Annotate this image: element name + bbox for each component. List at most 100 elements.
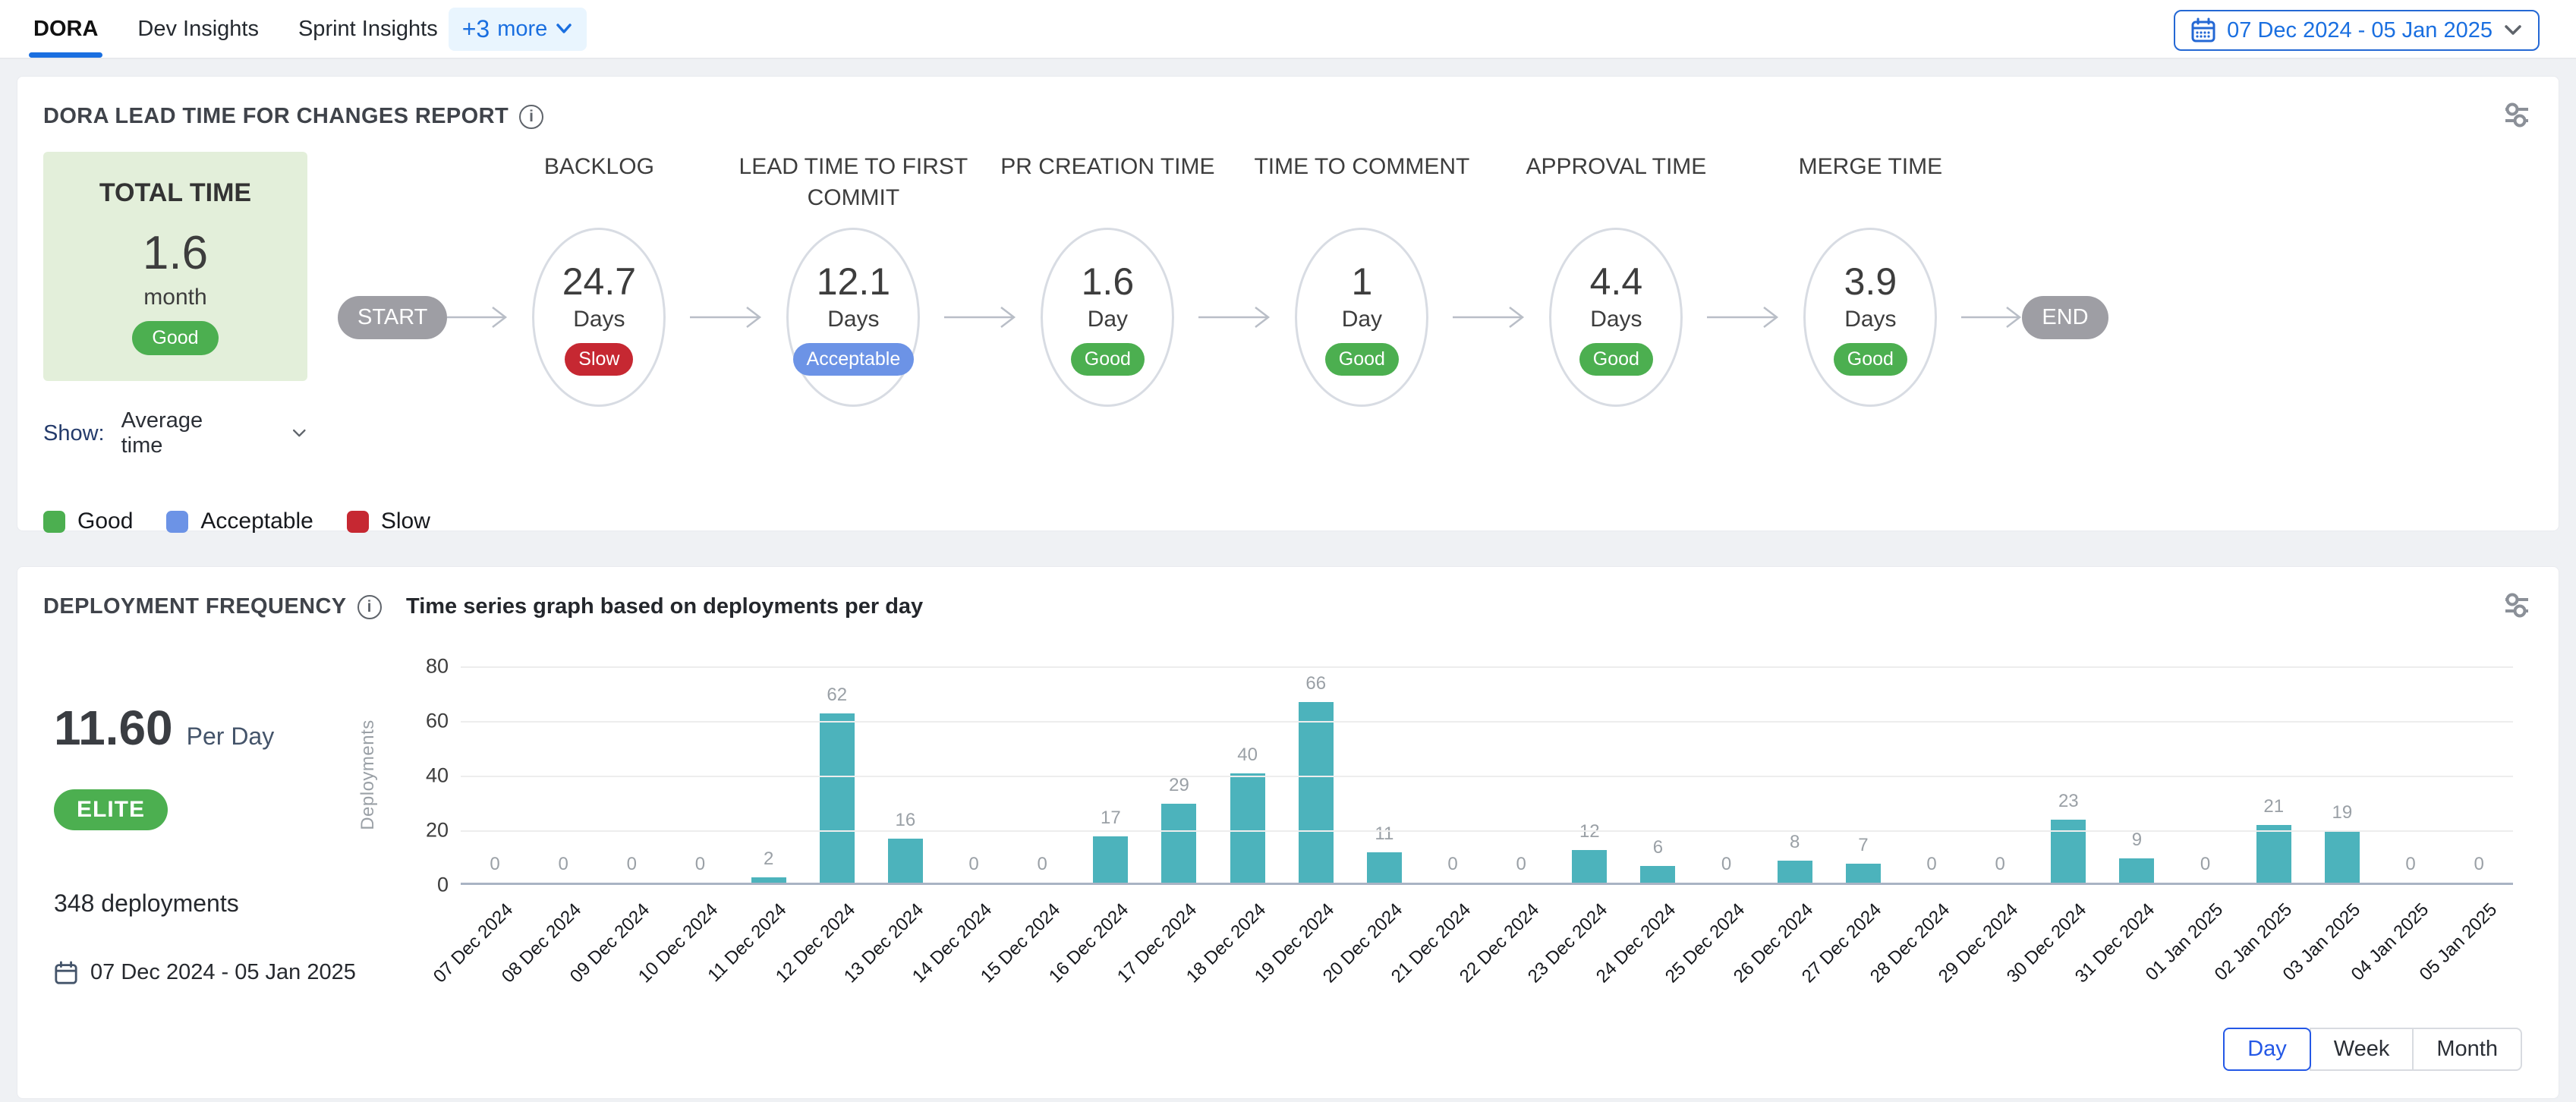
bar-value-label: 0: [1926, 854, 1936, 875]
granularity-day-button[interactable]: Day: [2223, 1028, 2311, 1071]
bar-value-label: 0: [1721, 854, 1731, 875]
bar-column: 0 29 Dec 2024: [1966, 666, 2034, 883]
deployment-bar: [1367, 852, 1402, 883]
deployment-bar: [1778, 861, 1812, 883]
chart-subtitle: Time series graph based on deployments p…: [406, 594, 923, 619]
total-deployments: 348 deployments: [54, 889, 377, 918]
total-time-label: TOTAL TIME: [99, 178, 251, 208]
calendar-icon: [2190, 17, 2216, 43]
deployment-bar: [1640, 866, 1675, 883]
stage-unit: Days: [1844, 307, 1896, 332]
date-range-picker[interactable]: 07 Dec 2024 - 05 Jan 2025: [2174, 10, 2540, 51]
stage-unit: Days: [1590, 307, 1642, 332]
bar-column: 16 13 Dec 2024: [871, 666, 940, 883]
bar-column: 6 24 Dec 2024: [1623, 666, 1692, 883]
total-time-status-badge: Good: [132, 321, 218, 355]
info-icon[interactable]: i: [519, 105, 543, 129]
bar-value-label: 23: [2058, 791, 2079, 812]
more-tabs-count: +3: [462, 15, 490, 43]
stage-status-badge: Good: [1579, 343, 1653, 376]
bar-column: 62 12 Dec 2024: [803, 666, 871, 883]
granularity-week-button[interactable]: Week: [2310, 1028, 2414, 1071]
calendar-icon: [54, 961, 78, 985]
report-tabs: DORA Dev Insights Sprint Insights: [33, 0, 438, 58]
total-time-value: 1.6: [143, 226, 208, 280]
stage-title: TIME TO COMMENT: [1229, 152, 1494, 183]
bar-column: 17 16 Dec 2024: [1076, 666, 1145, 883]
bar-column: 0 22 Dec 2024: [1487, 666, 1555, 883]
stage-status-badge: Acceptable: [793, 343, 915, 376]
chart-plot-area: Deployments 0 07 Dec 2024 0 08 Dec 2024 …: [461, 666, 2513, 885]
deployment-bar: [1093, 836, 1128, 883]
bar-column: 0 01 Jan 2025: [2171, 666, 2240, 883]
more-tabs-chip[interactable]: +3 more: [449, 8, 587, 51]
deployment-bar: [751, 877, 786, 883]
info-icon[interactable]: i: [357, 595, 382, 619]
flow-stage: LEAD TIME TO FIRST COMMIT 12.1 Days Acce…: [762, 152, 944, 407]
bar-column: 0 21 Dec 2024: [1419, 666, 1487, 883]
filter-sliders-icon[interactable]: [2499, 590, 2533, 624]
deployment-card-title: DEPLOYMENT FREQUENCY: [43, 594, 347, 619]
bar-column: 8 26 Dec 2024: [1761, 666, 1829, 883]
bar-column: 11 20 Dec 2024: [1350, 666, 1419, 883]
bar-column: 7 27 Dec 2024: [1829, 666, 1897, 883]
y-axis-tick: 80: [395, 655, 449, 679]
bar-value-label: 0: [2405, 854, 2415, 875]
deployment-bar: [2051, 820, 2086, 883]
bar-value-label: 12: [1579, 821, 1600, 842]
stage-value: 3.9: [1844, 260, 1897, 304]
flow-end-pill: END: [2022, 296, 2108, 339]
more-tabs-label: more: [497, 17, 547, 42]
y-axis-label: Deployments: [357, 719, 379, 830]
bar-column: 0 09 Dec 2024: [597, 666, 666, 883]
stage-circle: 3.9 Days Good: [1803, 228, 1937, 407]
chevron-down-icon: [291, 427, 307, 439]
y-axis-tick: 40: [395, 764, 449, 788]
bar-column: 23 30 Dec 2024: [2034, 666, 2102, 883]
stage-circle: 12.1 Days Acceptable: [786, 228, 920, 407]
show-metric-dropdown[interactable]: Show: Average time: [43, 408, 307, 458]
flow-stage: PR CREATION TIME 1.6 Day Good: [1016, 152, 1198, 407]
stage-title: LEAD TIME TO FIRST COMMIT: [720, 152, 986, 213]
y-axis-tick: 20: [395, 819, 449, 842]
filter-sliders-icon[interactable]: [2499, 99, 2533, 134]
bar-value-label: 0: [2200, 854, 2210, 875]
bar-column: 0 05 Jan 2025: [2445, 666, 2513, 883]
bar-column: 29 17 Dec 2024: [1145, 666, 1213, 883]
total-time-card: TOTAL TIME 1.6 month Good: [43, 152, 307, 381]
deployments-bar-chart: Deployments 0 07 Dec 2024 0 08 Dec 2024 …: [377, 647, 2533, 985]
legend-item: Acceptable: [166, 508, 313, 534]
date-range-label: 07 Dec 2024 - 05 Jan 2025: [2227, 18, 2493, 43]
bar-column: 19 03 Jan 2025: [2308, 666, 2376, 883]
flow-stage: APPROVAL TIME 4.4 Days Good: [1525, 152, 1707, 407]
stage-circle: 24.7 Days Slow: [532, 228, 666, 407]
deployment-bar: [820, 713, 855, 883]
deployment-bar: [2325, 831, 2360, 883]
stage-title: BACKLOG: [466, 152, 732, 183]
stage-unit: Day: [1088, 307, 1128, 332]
bar-value-label: 21: [2263, 796, 2284, 817]
bar-value-label: 11: [1375, 823, 1393, 845]
tab-dev-insights[interactable]: Dev Insights: [137, 0, 259, 58]
show-label: Show:: [43, 421, 105, 446]
bar-column: 0 25 Dec 2024: [1693, 666, 1761, 883]
bar-column: 0 28 Dec 2024: [1897, 666, 1966, 883]
bar-column: 40 18 Dec 2024: [1214, 666, 1282, 883]
stat-date-range: 07 Dec 2024 - 05 Jan 2025: [54, 960, 377, 985]
legend-item: Good: [43, 508, 133, 534]
legend-swatch: [347, 511, 369, 533]
stage-circle: 1 Day Good: [1295, 228, 1428, 407]
granularity-month-button[interactable]: Month: [2412, 1028, 2522, 1071]
tab-dora[interactable]: DORA: [33, 0, 98, 58]
bar-value-label: 7: [1858, 835, 1868, 856]
stage-value: 12.1: [817, 260, 890, 304]
bar-value-label: 0: [968, 854, 978, 875]
bar-value-label: 0: [2474, 854, 2483, 875]
tab-sprint-insights[interactable]: Sprint Insights: [298, 0, 438, 58]
flow-arrow-icon: [944, 304, 1016, 330]
bar-column: 9 31 Dec 2024: [2102, 666, 2171, 883]
stage-value: 1: [1351, 260, 1372, 304]
flow-stage: TIME TO COMMENT 1 Day Good: [1271, 152, 1453, 407]
flow-arrow-icon: [1707, 304, 1779, 330]
deployment-rate-value: 11.60: [54, 700, 173, 756]
